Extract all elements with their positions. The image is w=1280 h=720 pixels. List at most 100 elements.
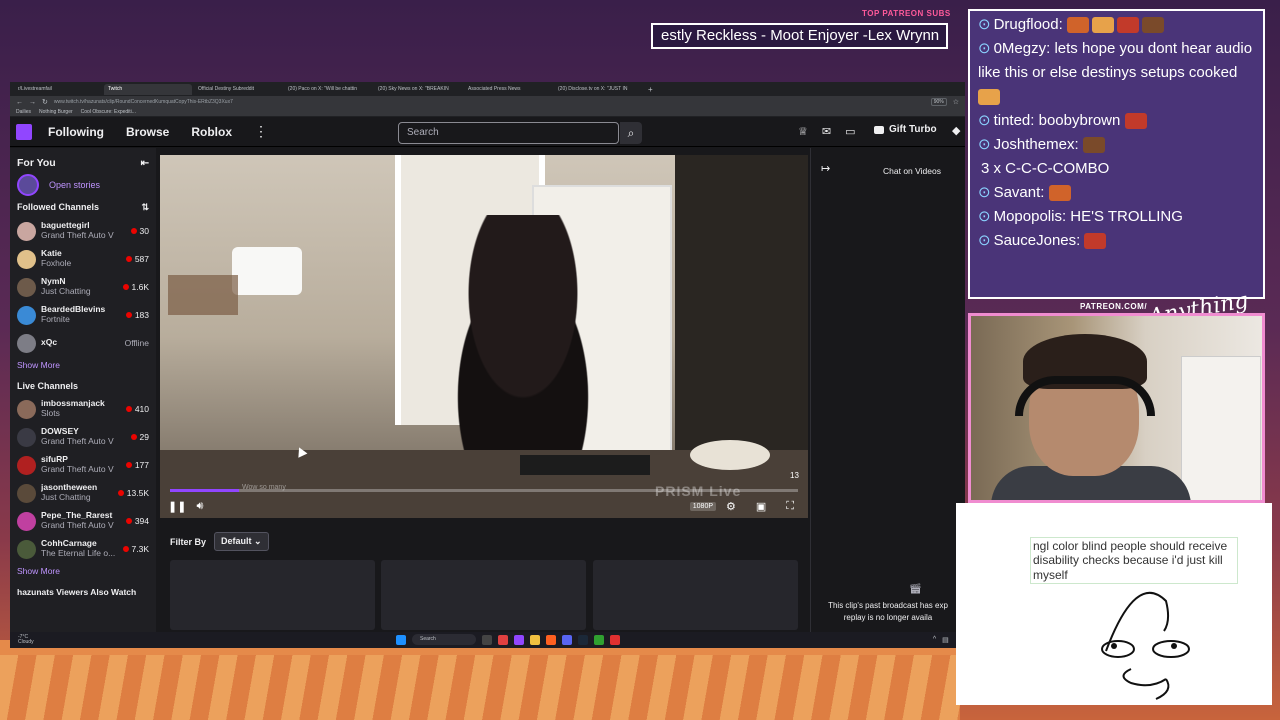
back-icon[interactable]: ← [16,99,23,106]
bookmark-item[interactable]: Nothing Burger [39,109,73,115]
app-icon[interactable] [546,634,556,645]
app-icon[interactable] [498,634,508,645]
channel-name: xQc [41,338,58,348]
more-menu-icon[interactable]: ⋮ [254,123,268,140]
open-stories[interactable]: Open stories [17,172,149,198]
filter-select[interactable]: Default ⌄ [214,532,269,551]
zoom-badge[interactable]: 90% [930,98,947,106]
chat-badge-icon: ⊙ [978,208,991,225]
volume-icon[interactable]: 🔊︎ [196,500,203,513]
bookmarks-bar: Dailies Nothing Burger Cool Obscure: Exp… [10,108,965,117]
prime-loot-icon[interactable]: ♕ [798,125,808,138]
channel-text: baguettegirl Grand Theft Auto V [41,221,131,241]
browser-tab[interactable]: (20) Disclose.tv on X: "JUST IN [554,84,642,95]
settings-gear-icon[interactable]: ⚙ [726,500,736,513]
viewers-also-watch-heading: hazunats Viewers Also Watch [17,587,137,597]
tray-network-icon[interactable]: ▤ [942,636,949,644]
discord-icon[interactable] [562,634,572,645]
browser-tab[interactable]: Associated Press News [464,84,552,95]
sidebar-channel-baguettegirl[interactable]: baguettegirl Grand Theft Auto V 30 [17,217,149,245]
sidebar-channel-nymn[interactable]: NymN Just Chatting 1.6K [17,273,149,301]
sidebar-channel-imbossmanjack[interactable]: imbossmanjack Slots 410 [17,395,149,423]
file-explorer-icon[interactable] [530,634,540,645]
filter-select-value: Default [221,536,252,546]
gift-turbo-button[interactable]: Gift Turbo [874,124,937,135]
video-player[interactable]: PRISM Live 13 Wow so many ❚❚ 🔊︎ 1080P ⚙ … [160,155,808,518]
inbox-icon[interactable]: ✉ [822,125,831,138]
new-tab-icon[interactable]: + [648,85,653,94]
chat-badge-icon: ⊙ [978,184,991,201]
clapperboard-icon: 🎬︎ [909,584,922,595]
avatar [17,511,36,531]
sort-icon[interactable]: ⇅ [141,202,149,213]
tray-up-icon[interactable]: ^ [933,636,936,644]
chat-emote-icon [1141,17,1164,34]
collapse-chat-icon[interactable]: ↦ [821,162,830,175]
left-sidebar: For You ⇤ Open stories Followed Channels… [10,148,156,648]
sidebar-channel-cohhcarnage[interactable]: CohhCarnage The Eternal Life o... 7.3K [17,535,149,563]
clip-card[interactable] [170,560,375,630]
browser-tab[interactable]: (20) Paco on X: "Will be chattin [284,84,372,95]
bookmark-star-icon[interactable]: ☆ [953,98,959,106]
sidebar-channel-pepe-the-rarest[interactable]: Pepe_The_Rarest Grand Theft Auto V 394 [17,507,149,535]
bookmark-item[interactable]: Cool Obscure: Expediti... [81,109,136,115]
channel-text: CohhCarnage The Eternal Life o... [41,539,123,559]
sidebar-channel-sifurp[interactable]: sifuRP Grand Theft Auto V 177 [17,451,149,479]
channel-game: Grand Theft Auto V [41,521,114,530]
twitch-app-icon[interactable] [514,634,524,645]
collapse-sidebar-icon[interactable]: ⇤ [141,158,149,169]
nav-roblox[interactable]: Roblox [191,125,232,139]
viewer-count-value: 1.6K [131,282,150,292]
channel-name: jasontheween [41,483,98,493]
theatre-mode-icon[interactable]: ▣ [756,500,766,513]
forward-icon[interactable]: → [29,99,36,106]
channel-name: CohhCarnage [41,539,97,549]
show-more-followed[interactable]: Show More [17,357,149,373]
video-scene-spice-rack [168,275,238,315]
chat-badge-icon: ⊙ [978,16,991,33]
live-dot-icon [130,228,137,234]
search-icon[interactable]: ⌕ [620,122,642,144]
clip-card[interactable] [381,560,586,630]
browser-tab[interactable]: r/Livestreamfail [14,84,102,95]
windows-start-icon[interactable] [396,634,406,645]
search-input[interactable]: Search [398,122,619,144]
crown-icon[interactable]: ◆ [952,124,960,137]
channel-name: Katie [41,249,62,259]
sidebar-channel-katie[interactable]: Katie Foxhole 587 [17,245,149,273]
sidebar-channel-jasontheween[interactable]: jasontheween Just Chatting 13.5K [17,479,149,507]
twitch-logo-icon[interactable] [16,123,32,140]
viewer-count-value: 177 [134,460,149,470]
chat-text: boobybrown [1038,112,1121,129]
weather-widget[interactable]: -7°C Cloudy [18,635,34,645]
taskbar-search[interactable]: Search [412,634,476,645]
clip-card[interactable] [593,560,798,630]
stream-chat-message: ⊙ tinted: boobybrown [978,109,1255,133]
pause-icon[interactable]: ❚❚ [168,500,186,513]
nav-following[interactable]: Following [48,125,104,139]
sidebar-channel-dowsey[interactable]: DOWSEY Grand Theft Auto V 29 [17,423,149,451]
bookmark-item[interactable]: Dailies [16,109,31,115]
sidebar-channel-beardedblevins[interactable]: BeardedBlevins Fortnite 183 [17,301,149,329]
chat-unavailable-message: This clip's past broadcast has exp repla… [817,600,959,624]
quality-badge[interactable]: 1080P [689,501,717,511]
chat-username: 0Megzy: [993,40,1051,57]
seek-bar[interactable] [170,489,798,492]
browser-tab[interactable]: (20) Sky News on X: "BREAKIN [374,84,462,95]
browser-tab[interactable]: Official Destiny Subreddit [194,84,282,95]
reload-icon[interactable]: ↻ [42,98,48,106]
fullscreen-icon[interactable]: ⛶ [786,500,794,513]
obs-icon[interactable] [610,634,620,645]
sidebar-channel-xqc[interactable]: xQc Offline [17,329,149,357]
task-view-icon[interactable] [482,634,492,645]
weather-label: Cloudy [18,639,34,645]
whispers-icon[interactable]: ▭ [845,125,855,138]
show-more-live[interactable]: Show More [17,563,149,579]
nav-browse[interactable]: Browse [126,125,169,139]
app-icon[interactable] [594,634,604,645]
url-field[interactable]: www.twitch.tv/hazunats/clip/RoundConcern… [54,99,925,105]
steam-icon[interactable] [578,634,588,645]
browser-tab-active[interactable]: Twitch [104,83,192,95]
chat-username: SauceJones: [993,232,1081,249]
viewer-count: 1.6K [122,282,150,292]
